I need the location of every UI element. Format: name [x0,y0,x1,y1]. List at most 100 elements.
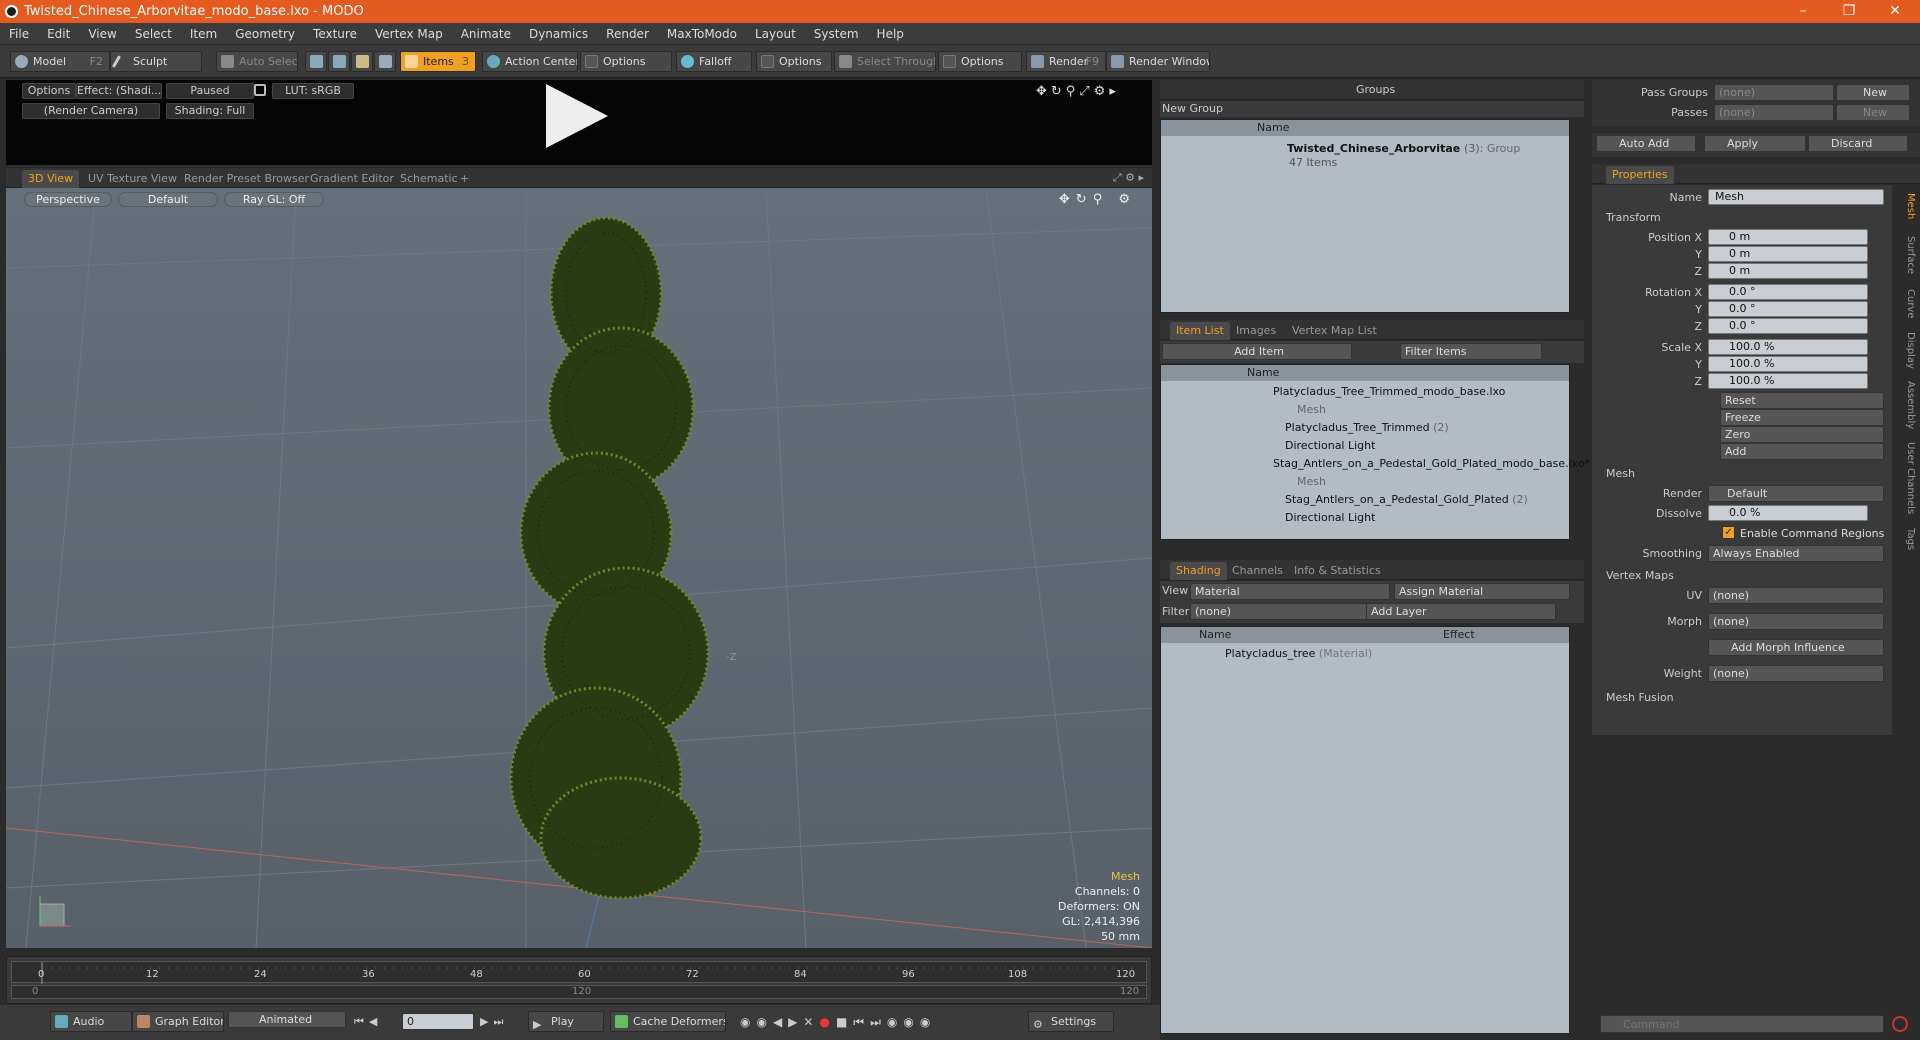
menu-texture[interactable]: Texture [304,23,366,45]
new-pass-button[interactable]: New [1836,104,1910,121]
add-item-dropdown[interactable]: Add Item [1162,343,1352,360]
menu-help[interactable]: Help [868,23,913,45]
skip-next-icons[interactable]: ▶⏭ [480,1015,508,1029]
shader-tree-row[interactable]: Platycladus_tree (Material) [1161,645,1569,663]
viewport-nav-icons[interactable]: ✥↻⚲ ⚙ [1059,192,1136,207]
audio-button[interactable]: Audio [50,1011,132,1032]
list-item[interactable]: Mesh [1161,401,1569,419]
vertices-mode-button[interactable] [305,51,327,72]
paused-toggle[interactable]: Paused [166,83,254,99]
filter-items-input[interactable]: Filter Items [1400,343,1542,360]
list-item[interactable]: Platycladus_Tree_Trimmed (2) [1161,419,1569,437]
menu-render[interactable]: Render [597,23,658,45]
action-center-options-button[interactable]: Options [580,51,672,72]
action-center-button[interactable]: Action Center [482,51,578,72]
lock-icon[interactable] [254,84,266,96]
list-item[interactable]: Stag_Antlers_on_a_Pedestal_Gold_Plated (… [1161,491,1569,509]
tab-properties[interactable]: Properties [1606,166,1674,184]
cache-deformers-button[interactable]: Cache Deformers [610,1011,726,1032]
graph-editor-button[interactable]: Graph Editor [132,1011,224,1032]
name-field[interactable]: Mesh [1708,189,1884,205]
side-tab-surface[interactable]: Surface [1896,230,1916,280]
menu-vertex-map[interactable]: Vertex Map [366,23,452,45]
maximize-icon[interactable]: ❐ [1826,0,1872,23]
view-dropdown[interactable]: Material [1190,583,1390,600]
menu-maxtomodo[interactable]: MaxToModo [658,23,746,45]
mesh-fusion-section[interactable]: Mesh Fusion [1606,691,1674,704]
menu-select[interactable]: Select [126,23,181,45]
model-button[interactable]: Model F2 [10,51,110,72]
side-tab-user-channels[interactable]: User Channels [1896,438,1916,518]
camera-dropdown[interactable]: (Render Camera) [22,103,160,119]
rotation-z-field[interactable]: 0.0 ° [1708,318,1868,334]
tab-uv-texture-view[interactable]: UV Texture View [82,170,183,188]
play-preview-icon[interactable] [546,84,608,148]
filter-dropdown[interactable]: (none) [1190,603,1390,620]
select-through-options-button[interactable]: Options [938,51,1022,72]
discard-button[interactable]: Discard [1808,135,1908,152]
list-item[interactable]: Directional Light [1161,437,1569,455]
transform-section[interactable]: Transform [1606,211,1661,224]
render-button[interactable]: Render F9 [1026,51,1106,72]
side-tab-mesh[interactable]: Mesh [1896,188,1916,224]
menu-geometry[interactable]: Geometry [226,23,304,45]
mesh-section[interactable]: Mesh [1606,467,1635,480]
menu-item[interactable]: Item [181,23,226,45]
scale-x-field[interactable]: 100.0 % [1708,339,1868,355]
menu-animate[interactable]: Animate [452,23,520,45]
tab-images[interactable]: Images [1230,322,1282,340]
scale-z-field[interactable]: 100.0 % [1708,373,1868,389]
skip-prev-icons[interactable]: ⏮◀ [354,1015,382,1029]
view-tab-options-icon[interactable]: ⤢ ⚙ ▸ [1113,171,1144,185]
command-input[interactable] [1600,1015,1884,1033]
raygl-dropdown[interactable]: Ray GL: Off [224,192,324,207]
list-item[interactable]: Platycladus_Tree_Trimmed_modo_base.lxo [1161,383,1569,401]
side-tab-tags[interactable]: Tags [1896,524,1916,554]
side-tab-display[interactable]: Display [1896,328,1916,372]
close-icon[interactable]: ✕ [1872,0,1918,23]
default-dropdown[interactable]: Default [118,192,218,207]
3d-viewport[interactable]: Perspective Default Ray GL: Off ✥↻⚲ ⚙ -Z… [6,188,1152,948]
new-group-button[interactable]: New Group [1162,102,1223,115]
menu-dynamics[interactable]: Dynamics [520,23,597,45]
smoothing-dropdown[interactable]: Always Enabled [1708,545,1884,562]
freeze-dropdown[interactable]: Freeze [1720,409,1884,426]
rotation-y-field[interactable]: 0.0 ° [1708,301,1868,317]
preview-nav-icons[interactable]: ✥↻⚲⤢⚙▸ [1036,84,1120,99]
position-y-field[interactable]: 0 m [1708,246,1868,262]
render-window-button[interactable]: Render Window [1106,51,1210,72]
polygons-mode-button[interactable] [351,51,373,72]
passes-dropdown[interactable]: (none) [1714,104,1834,121]
side-tab-curve[interactable]: Curve [1896,286,1916,322]
effect-dropdown[interactable]: Effect: (Shadi... [76,83,162,99]
reset-dropdown[interactable]: Reset [1720,392,1884,409]
auto-add-button[interactable]: Auto Add [1596,135,1696,152]
sculpt-button[interactable]: Sculpt [110,51,202,72]
add-layer-dropdown[interactable]: Add Layer [1366,603,1556,620]
apply-button[interactable]: Apply [1704,135,1806,152]
list-item[interactable]: Directional Light [1161,509,1569,527]
tab-render-preset-browser[interactable]: Render Preset Browser [178,170,315,188]
side-tab-assembly[interactable]: Assembly [1896,378,1916,432]
position-x-field[interactable]: 0 m [1708,229,1868,245]
tab-info-statistics[interactable]: Info & Statistics [1288,562,1387,580]
add-tab-icon[interactable]: + [454,170,475,188]
menu-view[interactable]: View [79,23,125,45]
weight-dropdown[interactable]: (none) [1708,665,1884,682]
animated-dropdown[interactable]: Animated [228,1011,346,1028]
keyframe-tool-icons[interactable]: ◉◉◀▶✕●■⏮⏭◉◉◉ [740,1015,936,1030]
edges-mode-button[interactable] [328,51,350,72]
assign-material-button[interactable]: Assign Material [1394,583,1570,600]
tab-gradient-editor[interactable]: Gradient Editor [304,170,400,188]
menu-layout[interactable]: Layout [746,23,805,45]
menu-edit[interactable]: Edit [38,23,79,45]
tab-3d-view[interactable]: 3D View [22,170,80,188]
list-item[interactable]: Stag_Antlers_on_a_Pedestal_Gold_Plated_m… [1161,455,1590,473]
select-through-button[interactable]: Select Through [834,51,936,72]
timeline-range-bar[interactable]: 0 120 120 [11,985,1147,999]
tab-item-list[interactable]: Item List [1170,322,1230,340]
uv-dropdown[interactable]: (none) [1708,587,1884,604]
enable-command-regions-checkbox[interactable]: ✓ [1722,526,1735,539]
menu-system[interactable]: System [805,23,868,45]
new-pass-group-button[interactable]: New [1836,84,1910,101]
